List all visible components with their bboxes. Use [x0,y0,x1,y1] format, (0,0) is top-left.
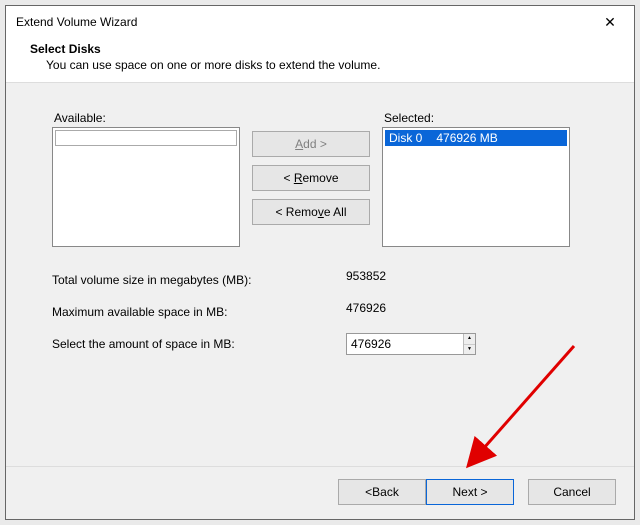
wizard-header: Select Disks You can use space on one or… [6,38,634,82]
close-icon: ✕ [604,14,616,31]
selected-listbox[interactable]: Disk 0 476926 MB [382,127,570,247]
next-button[interactable]: Next > [426,479,514,505]
select-space-label: Select the amount of space in MB: [52,337,328,351]
available-column: Available: [52,111,240,247]
close-button[interactable]: ✕ [596,12,624,32]
wizard-footer: < Back Next > Cancel [6,466,634,519]
step-subheading: You can use space on one or more disks t… [30,58,610,72]
max-space-label: Maximum available space in MB: [52,305,328,319]
selected-label: Selected: [384,111,570,125]
total-size-label: Total volume size in megabytes (MB): [52,273,328,287]
total-size-value: 953852 [346,269,476,291]
disk-lists-row: Available: Add > < Remove < Remove All S… [52,111,588,247]
back-button[interactable]: < Back [338,479,426,505]
remove-all-button[interactable]: < Remove All [252,199,370,225]
select-space-input[interactable] [347,337,463,351]
available-listbox[interactable] [52,127,240,247]
spin-up-icon[interactable]: ▲ [464,334,475,345]
selected-column: Selected: Disk 0 476926 MB [382,111,570,247]
titlebar: Extend Volume Wizard ✕ [6,6,634,38]
selected-disk-item[interactable]: Disk 0 476926 MB [385,130,567,146]
max-space-row: Maximum available space in MB: 476926 [52,301,588,323]
step-heading: Select Disks [30,42,610,56]
spin-down-icon[interactable]: ▼ [464,345,475,355]
cancel-button[interactable]: Cancel [528,479,616,505]
max-space-value: 476926 [346,301,476,323]
wizard-content: Available: Add > < Remove < Remove All S… [6,82,634,466]
nav-button-group: < Back Next > [338,479,514,505]
available-label: Available: [54,111,240,125]
window-title: Extend Volume Wizard [16,15,137,29]
select-space-spinner[interactable]: ▲ ▼ [346,333,476,355]
selected-disk-name: Disk 0 [389,131,422,145]
spinner-buttons: ▲ ▼ [463,334,475,354]
available-empty-row [55,130,237,146]
transfer-buttons: Add > < Remove < Remove All [252,111,370,247]
size-fields: Total volume size in megabytes (MB): 953… [52,269,588,355]
select-space-row: Select the amount of space in MB: ▲ ▼ [52,333,588,355]
remove-button[interactable]: < Remove [252,165,370,191]
extend-volume-wizard-window: Extend Volume Wizard ✕ Select Disks You … [5,5,635,520]
total-size-row: Total volume size in megabytes (MB): 953… [52,269,588,291]
selected-disk-size: 476926 MB [436,131,497,145]
add-button[interactable]: Add > [252,131,370,157]
